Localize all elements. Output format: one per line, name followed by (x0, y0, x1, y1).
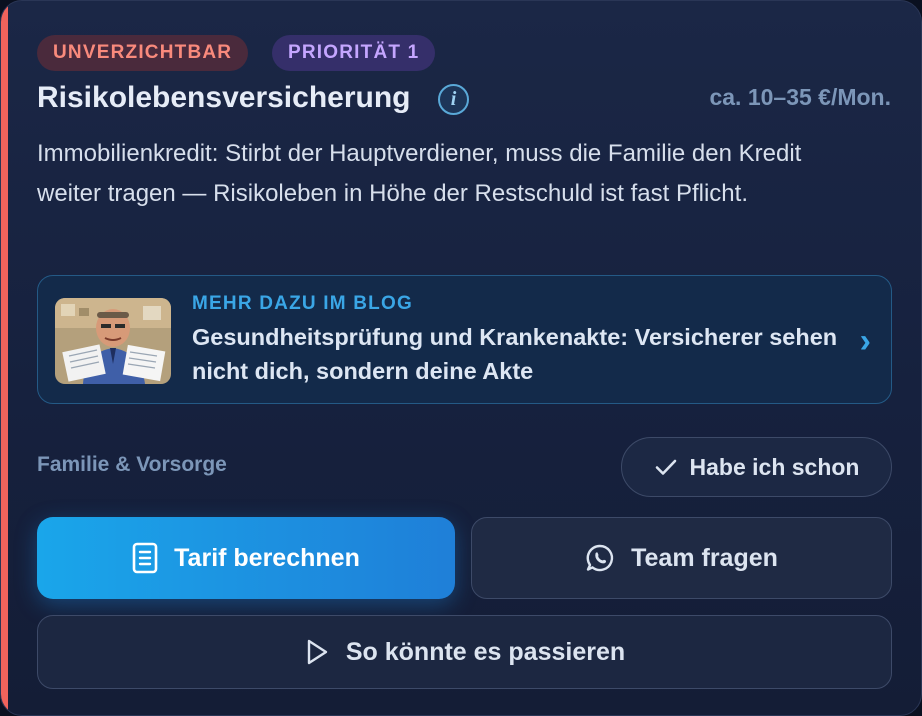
have-it-label: Habe ich schon (689, 453, 860, 480)
priority-badge: PRIORITÄT 1 (272, 35, 436, 71)
info-icon[interactable]: i (438, 84, 469, 115)
blog-link-card[interactable]: MEHR DAZU IM BLOG Gesundheitsprüfung und… (37, 275, 892, 404)
whatsapp-icon (585, 543, 615, 573)
calculate-tariff-button[interactable]: Tarif berechnen (37, 517, 455, 599)
have-it-button[interactable]: Habe ich schon (621, 437, 892, 497)
blog-title[interactable]: Gesundheitsprüfung und Krankenakte: Vers… (192, 320, 842, 388)
calculate-tariff-label: Tarif berechnen (174, 543, 360, 572)
ask-team-button[interactable]: Team fragen (471, 517, 892, 599)
priority-accent-bar (1, 1, 8, 715)
blog-kicker: MEHR DAZU IM BLOG (192, 293, 413, 314)
ask-team-label: Team fragen (631, 543, 778, 572)
insurance-card: UNVERZICHTBAR PRIORITÄT 1 Risikolebensve… (0, 0, 922, 716)
insurance-title: Risikolebensversicherung (37, 81, 411, 114)
insurance-description: Immobilienkredit: Stirbt der Hauptverdie… (37, 140, 802, 207)
importance-badge: UNVERZICHTBAR (37, 35, 249, 71)
category-label: Familie & Vorsorge (37, 453, 227, 476)
check-icon (654, 455, 678, 479)
calculator-icon (132, 542, 158, 574)
blog-thumbnail (55, 298, 171, 384)
scenario-button[interactable]: So könnte es passieren (37, 615, 892, 689)
price-estimate: ca. 10–35 €/Mon. (709, 84, 891, 110)
chevron-right-icon: › (859, 322, 871, 360)
scenario-label: So könnte es passieren (345, 637, 626, 666)
play-icon (304, 638, 330, 666)
